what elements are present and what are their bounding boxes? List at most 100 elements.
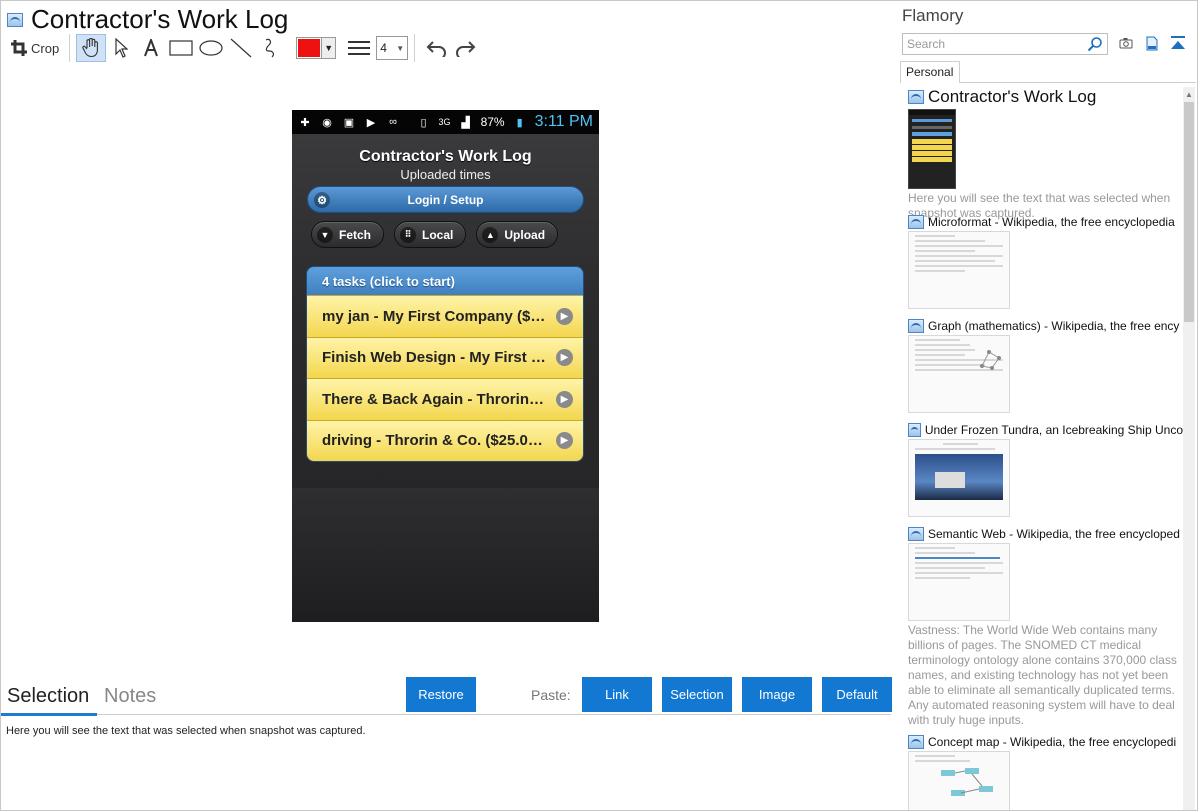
list-item[interactable]: Graph (mathematics) - Wikipedia, the fre… <box>908 319 1183 423</box>
hand-tool-button[interactable] <box>76 34 107 62</box>
toolbar-divider <box>69 34 71 62</box>
freehand-icon <box>265 38 275 58</box>
line-width-select[interactable]: 4 ▼ <box>376 36 409 60</box>
list-item-title: Microformat - Wikipedia, the free encycl… <box>928 215 1175 229</box>
list-item[interactable]: Under Frozen Tundra, an Icebreaking Ship… <box>908 423 1183 527</box>
document-header: Contractor's Work Log <box>7 4 288 35</box>
chevron-down-icon: ▼ <box>317 226 333 243</box>
pointer-tool-button[interactable] <box>106 34 136 62</box>
image-icon: ▣ <box>343 116 355 129</box>
freehand-tool-button[interactable] <box>256 34 286 62</box>
signal-icon: ▟ <box>461 116 470 129</box>
ellipse-tool-button[interactable] <box>196 34 226 62</box>
paste-selection-button[interactable]: Selection <box>662 677 732 712</box>
undo-button[interactable] <box>421 34 451 62</box>
tab-divider <box>960 82 1196 83</box>
page-icon <box>908 319 924 333</box>
phone-app-empty-area <box>292 488 599 622</box>
line-tool-button[interactable] <box>226 34 256 62</box>
ellipse-icon <box>199 40 223 56</box>
color-swatch <box>298 39 321 57</box>
list-item[interactable]: Contractor's Work Log Here you will see … <box>908 87 1183 220</box>
collapse-up-icon[interactable] <box>1170 35 1186 51</box>
paste-link-button[interactable]: Link <box>582 677 652 712</box>
rectangle-icon <box>169 40 193 56</box>
task-item[interactable]: my jan - My First Company ($2... ▶ <box>307 295 583 337</box>
list-item-title: Graph (mathematics) - Wikipedia, the fre… <box>928 319 1180 333</box>
paste-label: Paste: <box>531 687 571 703</box>
list-item-title: Concept map - Wikipedia, the free encycl… <box>928 735 1177 749</box>
active-tab-indicator <box>1 713 97 716</box>
page-icon <box>908 215 924 229</box>
restore-button[interactable]: Restore <box>406 677 476 712</box>
paste-default-button[interactable]: Default <box>822 677 892 712</box>
list-item[interactable]: Concept map - Wikipedia, the free encycl… <box>908 735 1183 810</box>
flamory-sidebar: Flamory Search Personal Contractor's Wor… <box>896 1 1197 810</box>
search-icon[interactable] <box>1087 36 1103 52</box>
task-item[interactable]: Finish Web Design - My First C... ▶ <box>307 336 583 378</box>
battery-icon: ▮ <box>516 116 523 129</box>
eye-icon: ◉ <box>322 116 332 129</box>
grid-icon: ⠿ <box>400 226 417 243</box>
page-icon <box>7 12 23 27</box>
color-picker[interactable]: ▼ <box>296 37 337 59</box>
redo-button[interactable] <box>451 34 481 62</box>
page-icon <box>908 423 921 437</box>
sidebar-scrollbar[interactable]: ▲ <box>1183 87 1195 810</box>
selection-text: Here you will see the text that was sele… <box>6 725 366 737</box>
undo-icon <box>426 41 447 57</box>
tab-personal[interactable]: Personal <box>900 61 960 83</box>
text-icon <box>144 39 159 57</box>
task-text: my jan - My First Company ($2... <box>322 307 548 325</box>
snapshot-thumbnail <box>908 543 1010 621</box>
crop-button[interactable]: Crop <box>7 34 63 62</box>
phone-action-row: ▼ Fetch ⠿ Local ▲ Upload <box>311 221 559 248</box>
text-tool-button[interactable] <box>136 34 166 62</box>
snapshot-thumbnail <box>908 335 1010 413</box>
upload-button[interactable]: ▲ Upload <box>476 221 559 248</box>
rectangle-tool-button[interactable] <box>166 34 196 62</box>
annotation-toolbar: Crop ▼ 4 ▼ <box>7 33 481 63</box>
chevron-right-icon: ▶ <box>556 307 573 325</box>
snapshot-thumbnail <box>908 751 1010 810</box>
document-icon[interactable] <box>1144 35 1160 51</box>
page-icon <box>908 735 924 749</box>
paste-image-button[interactable]: Image <box>742 677 812 712</box>
voicemail-icon: ∞ <box>389 116 397 128</box>
editor-pane: Contractor's Work Log Crop ▼ 4 ▼ ✚ ◉ ▣ ▶… <box>1 1 896 810</box>
tab-selection[interactable]: Selection <box>7 685 89 708</box>
fetch-label: Fetch <box>339 227 372 242</box>
list-item-title-row: Concept map - Wikipedia, the free encycl… <box>908 735 1183 749</box>
snapshot-thumbnail <box>908 109 956 189</box>
line-width-picker[interactable]: 4 ▼ <box>348 36 409 60</box>
list-item[interactable]: Semantic Web - Wikipedia, the free encyc… <box>908 527 1183 735</box>
task-text: There & Back Again - Throrin &... <box>322 390 548 408</box>
search-input[interactable]: Search <box>902 33 1108 55</box>
scroll-up-icon[interactable]: ▲ <box>1183 87 1195 101</box>
redo-icon <box>456 41 476 57</box>
list-item-title-row: Contractor's Work Log <box>908 87 1183 107</box>
battery-percent: 87% <box>480 115 505 129</box>
scrollbar-thumb[interactable] <box>1184 102 1194 322</box>
crop-icon <box>11 40 27 56</box>
chevron-up-icon: ▲ <box>482 226 499 243</box>
app-window: Contractor's Work Log Crop ▼ 4 ▼ ✚ ◉ ▣ ▶… <box>0 0 1198 811</box>
login-setup-button[interactable]: ⚙ Login / Setup <box>307 186 584 213</box>
list-item-title: Semantic Web - Wikipedia, the free encyc… <box>928 527 1180 541</box>
fetch-button[interactable]: ▼ Fetch <box>311 221 385 248</box>
list-item[interactable]: Microformat - Wikipedia, the free encycl… <box>908 215 1183 319</box>
task-text: driving - Throrin & Co. ($25.00... <box>322 432 548 450</box>
document-title: Contractor's Work Log <box>31 4 289 34</box>
task-text: Finish Web Design - My First C... <box>322 349 548 367</box>
hand-icon <box>82 38 99 58</box>
pointer-icon <box>115 38 129 58</box>
camera-icon[interactable] <box>1118 35 1134 51</box>
task-item[interactable]: driving - Throrin & Co. ($25.00... ▶ <box>307 419 583 461</box>
local-button[interactable]: ⠿ Local <box>394 221 467 248</box>
search-placeholder: Search <box>907 37 946 51</box>
snapshot-thumbnail <box>908 439 1010 517</box>
task-item[interactable]: There & Back Again - Throrin &... ▶ <box>307 378 583 420</box>
phone-app-subtitle: Uploaded times <box>400 167 491 182</box>
page-icon <box>908 90 924 104</box>
tab-notes[interactable]: Notes <box>104 685 156 708</box>
